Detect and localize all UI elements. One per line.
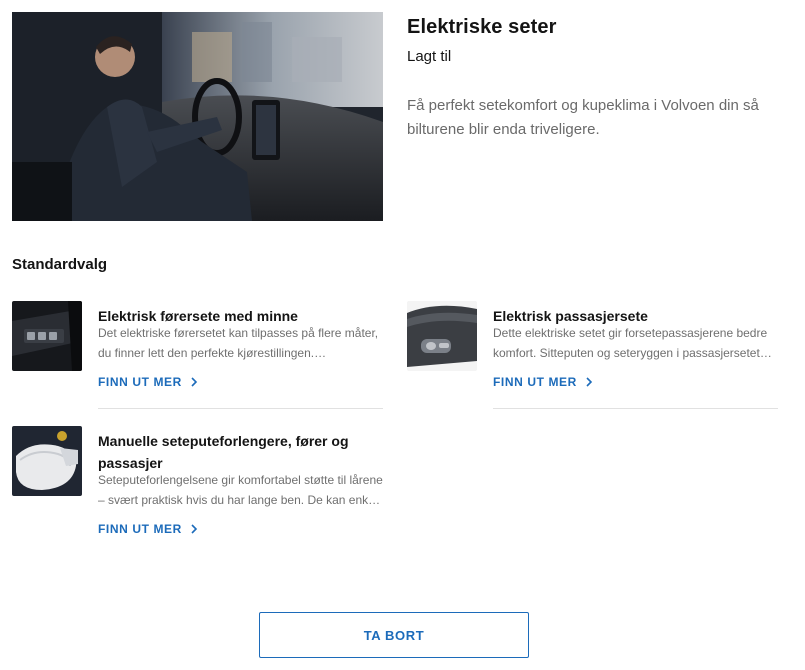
option-description: Det elektriske førersetet kan tilpasses … — [98, 326, 379, 360]
status-label: Lagt til — [407, 48, 452, 65]
page-title: Elektriske seter — [407, 16, 557, 38]
option-driver-seat: Elektrisk førersete med minne Det elektr… — [12, 301, 383, 411]
chevron-right-icon — [586, 377, 593, 387]
divider — [98, 408, 383, 409]
read-more-label: FINN UT MER — [493, 375, 577, 389]
divider — [493, 408, 778, 409]
read-more-link[interactable]: FINN UT MER — [98, 375, 198, 389]
driver-seat-thumbnail — [12, 301, 82, 371]
read-more-link[interactable]: FINN UT MER — [493, 375, 593, 389]
remove-button[interactable]: TA BORT — [259, 612, 529, 658]
section-title: Standardvalg — [12, 256, 108, 273]
option-passenger-seat: Elektrisk passasjersete Dette elektriske… — [407, 301, 778, 411]
hero-description: Få perfekt setekomfort og kupeklima i Vo… — [407, 97, 759, 138]
hero-image — [12, 12, 383, 221]
chevron-right-icon — [191, 377, 198, 387]
read-more-label: FINN UT MER — [98, 375, 182, 389]
option-description: Dette elektriske setet gir forsetepassas… — [493, 326, 768, 360]
read-more-label: FINN UT MER — [98, 522, 182, 536]
read-more-link[interactable]: FINN UT MER — [98, 522, 198, 536]
option-seat-extenders: Manuelle seteputeforlengere, fører og pa… — [12, 426, 383, 546]
chevron-right-icon — [191, 524, 198, 534]
option-description: Seteputeforlengelsene gir komfortabel st… — [98, 473, 383, 507]
option-name: Manuelle seteputeforlengere, fører og pa… — [98, 433, 349, 471]
passenger-seat-thumbnail — [407, 301, 477, 371]
seat-extender-thumbnail — [12, 426, 82, 496]
